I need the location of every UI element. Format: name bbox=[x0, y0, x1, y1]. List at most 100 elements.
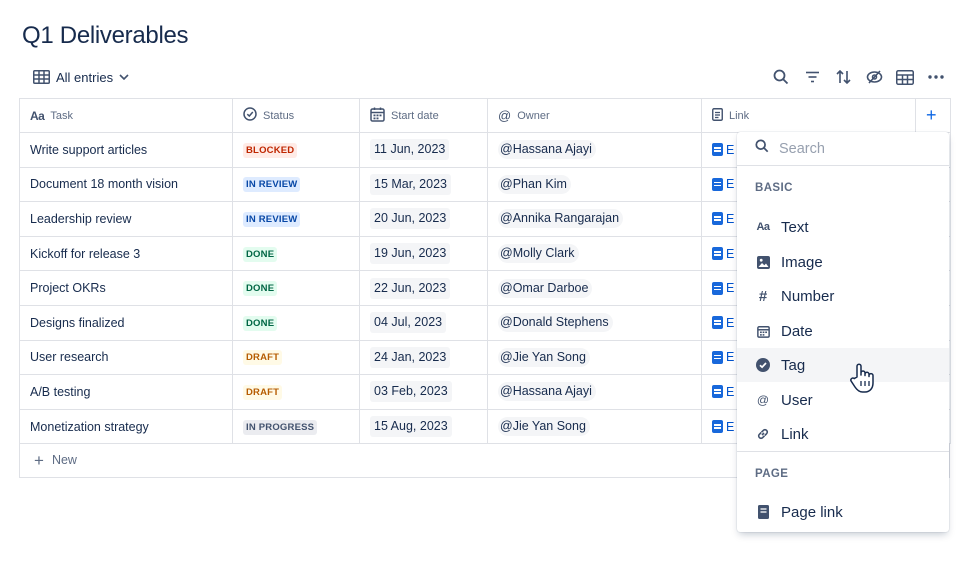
page-icon bbox=[712, 316, 723, 330]
column-label: Status bbox=[263, 109, 295, 122]
page-icon bbox=[712, 420, 723, 434]
page-link[interactable]: E bbox=[726, 281, 734, 295]
owner-cell[interactable]: @Phan Kim bbox=[487, 166, 702, 203]
section-heading-page: PAGE bbox=[755, 468, 789, 480]
section-heading-basic: BASIC bbox=[755, 182, 793, 194]
task-cell[interactable]: Designs finalized bbox=[19, 304, 233, 341]
page-link[interactable]: E bbox=[726, 350, 734, 364]
task-cell[interactable]: Project OKRs bbox=[19, 270, 233, 306]
task-cell[interactable]: Write support articles bbox=[19, 132, 233, 168]
user-mention: @Jie Yan Song bbox=[498, 417, 590, 437]
table-layout-icon[interactable] bbox=[896, 67, 914, 87]
filter-icon[interactable] bbox=[803, 67, 821, 87]
owner-cell[interactable]: @Molly Clark bbox=[487, 235, 702, 272]
at-icon: @ bbox=[500, 176, 513, 191]
menu-item-date[interactable]: Date bbox=[737, 314, 949, 348]
date-chip: 20 Jun, 2023 bbox=[370, 208, 451, 230]
column-label: Link bbox=[729, 109, 750, 122]
owner-cell[interactable]: @Jie Yan Song bbox=[487, 339, 702, 376]
search-icon[interactable] bbox=[772, 67, 790, 87]
at-icon: @ bbox=[500, 142, 513, 157]
task-cell[interactable]: User research bbox=[19, 339, 233, 376]
owner-cell[interactable]: @Hassana Ajayi bbox=[487, 132, 702, 168]
field-type-dropdown: BASIC Aa Text Image # Number Date Tag @ … bbox=[737, 132, 949, 532]
owner-cell[interactable]: @Donald Stephens bbox=[487, 304, 702, 341]
menu-item-page-link[interactable]: Page link bbox=[737, 495, 949, 529]
hide-fields-icon[interactable] bbox=[865, 67, 883, 87]
status-cell[interactable]: DONE bbox=[232, 235, 360, 272]
owner-cell[interactable]: @Jie Yan Song bbox=[487, 408, 702, 445]
user-name: Hassana Ajayi bbox=[512, 384, 592, 399]
task-name: Designs finalized bbox=[30, 315, 125, 330]
page-link[interactable]: E bbox=[726, 420, 734, 434]
owner-cell[interactable]: @Annika Rangarajan bbox=[487, 201, 702, 237]
sort-icon[interactable] bbox=[834, 67, 852, 87]
status-cell[interactable]: IN REVIEW bbox=[232, 201, 360, 237]
column-header-owner[interactable]: @ Owner bbox=[487, 98, 702, 133]
page-link[interactable]: E bbox=[726, 143, 734, 157]
task-cell[interactable]: A/B testing bbox=[19, 374, 233, 410]
task-cell[interactable]: Kickoff for release 3 bbox=[19, 235, 233, 272]
status-cell[interactable]: BLOCKED bbox=[232, 132, 360, 168]
owner-cell[interactable]: @Omar Darboe bbox=[487, 270, 702, 306]
menu-item-link[interactable]: Link bbox=[737, 417, 949, 451]
date-cell[interactable]: 22 Jun, 2023 bbox=[359, 270, 488, 306]
status-badge: IN PROGRESS bbox=[243, 419, 318, 435]
date-cell[interactable]: 11 Jun, 2023 bbox=[359, 132, 488, 168]
more-icon[interactable] bbox=[927, 67, 945, 87]
calendar-icon bbox=[370, 107, 385, 125]
menu-item-image[interactable]: Image bbox=[737, 245, 949, 279]
date-cell[interactable]: 24 Jan, 2023 bbox=[359, 339, 488, 376]
menu-item-tag[interactable]: Tag bbox=[737, 348, 949, 382]
status-cell[interactable]: IN PROGRESS bbox=[232, 408, 360, 445]
date-cell[interactable]: 03 Feb, 2023 bbox=[359, 374, 488, 410]
page-link[interactable]: E bbox=[726, 316, 734, 330]
page-title: Q1 Deliverables bbox=[22, 22, 189, 49]
user-mention: @Hassana Ajayi bbox=[498, 140, 596, 160]
page-link[interactable]: E bbox=[726, 247, 734, 261]
status-cell[interactable]: DRAFT bbox=[232, 339, 360, 376]
table-toolbar bbox=[772, 67, 945, 87]
tag-icon bbox=[755, 357, 771, 373]
page-icon bbox=[755, 504, 771, 520]
dropdown-search bbox=[737, 132, 949, 166]
number-icon: # bbox=[758, 287, 768, 305]
owner-cell[interactable]: @Hassana Ajayi bbox=[487, 374, 702, 410]
status-cell[interactable]: DONE bbox=[232, 304, 360, 341]
menu-item-text[interactable]: Aa Text bbox=[737, 210, 949, 244]
dropdown-search-input[interactable] bbox=[779, 140, 929, 157]
status-cell[interactable]: IN REVIEW bbox=[232, 166, 360, 203]
column-label: Owner bbox=[517, 109, 550, 122]
column-header-status[interactable]: Status bbox=[232, 98, 360, 133]
date-cell[interactable]: 15 Aug, 2023 bbox=[359, 408, 488, 445]
hand-cursor-icon bbox=[848, 362, 878, 399]
view-selector[interactable]: All entries bbox=[33, 68, 129, 86]
status-cell[interactable]: DRAFT bbox=[232, 374, 360, 410]
task-name: User research bbox=[30, 350, 109, 365]
calendar-icon bbox=[755, 323, 771, 339]
column-header-start-date[interactable]: Start date bbox=[359, 98, 488, 133]
column-header-link[interactable]: Link bbox=[701, 98, 916, 133]
status-badge: DRAFT bbox=[243, 350, 283, 366]
task-cell[interactable]: Monetization strategy bbox=[19, 408, 233, 445]
date-cell[interactable]: 04 Jul, 2023 bbox=[359, 304, 488, 341]
date-cell[interactable]: 19 Jun, 2023 bbox=[359, 235, 488, 272]
task-name: Leadership review bbox=[30, 211, 132, 226]
add-column-button[interactable]: + bbox=[915, 98, 951, 133]
page-link[interactable]: E bbox=[726, 385, 734, 399]
plus-icon: + bbox=[34, 450, 44, 470]
menu-item-user[interactable]: @ User bbox=[737, 383, 949, 417]
page-link[interactable]: E bbox=[726, 177, 734, 191]
user-name: Donald Stephens bbox=[512, 315, 609, 330]
task-cell[interactable]: Leadership review bbox=[19, 201, 233, 237]
page-link[interactable]: E bbox=[726, 212, 734, 226]
column-header-task[interactable]: Aa Task bbox=[19, 98, 233, 133]
date-cell[interactable]: 20 Jun, 2023 bbox=[359, 201, 488, 237]
user-name: Annika Rangarajan bbox=[512, 211, 620, 226]
task-cell[interactable]: Document 18 month vision bbox=[19, 166, 233, 203]
date-cell[interactable]: 15 Mar, 2023 bbox=[359, 166, 488, 203]
page-icon bbox=[712, 247, 723, 261]
at-icon: @ bbox=[500, 211, 513, 226]
menu-item-number[interactable]: # Number bbox=[737, 279, 949, 313]
status-cell[interactable]: DONE bbox=[232, 270, 360, 306]
